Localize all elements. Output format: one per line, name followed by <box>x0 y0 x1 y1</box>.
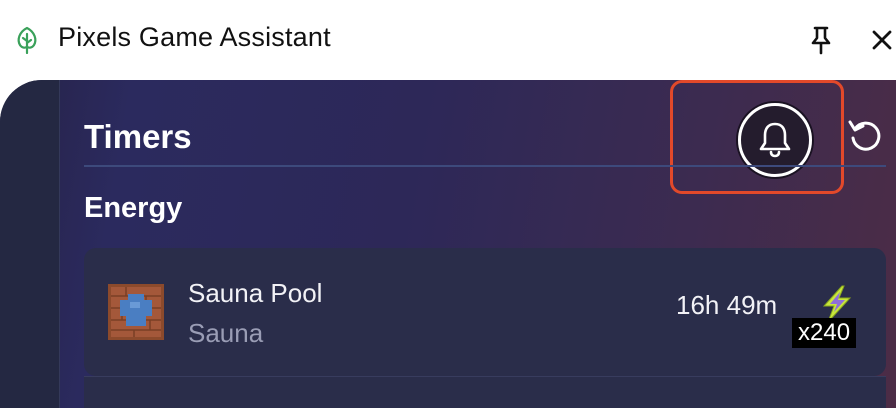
assistant-panel: Timers Energy Sauna Pool Sauna 16h 49m x… <box>0 80 896 408</box>
window-title: Pixels Game Assistant <box>58 22 331 52</box>
timer-card[interactable]: Sauna Pool Sauna 16h 49m x240 <box>84 248 886 376</box>
window-titlebar: Pixels Game Assistant <box>0 0 896 80</box>
timer-name: Sauna Pool <box>188 278 323 308</box>
pin-icon[interactable] <box>806 24 836 56</box>
close-icon[interactable] <box>868 26 896 54</box>
sauna-pool-icon <box>108 284 164 340</box>
bell-icon <box>759 122 791 158</box>
reward-quantity: x240 <box>792 318 857 348</box>
timer-remaining: 16h 49m <box>676 290 778 320</box>
page-title: Timers <box>84 118 192 155</box>
divider <box>84 165 886 167</box>
section-title: Energy <box>84 192 183 224</box>
timer-location: Sauna <box>188 318 264 348</box>
tree-icon <box>14 26 40 55</box>
refresh-icon[interactable] <box>846 116 886 156</box>
side-strip <box>0 80 60 408</box>
timer-card-next <box>84 376 886 408</box>
